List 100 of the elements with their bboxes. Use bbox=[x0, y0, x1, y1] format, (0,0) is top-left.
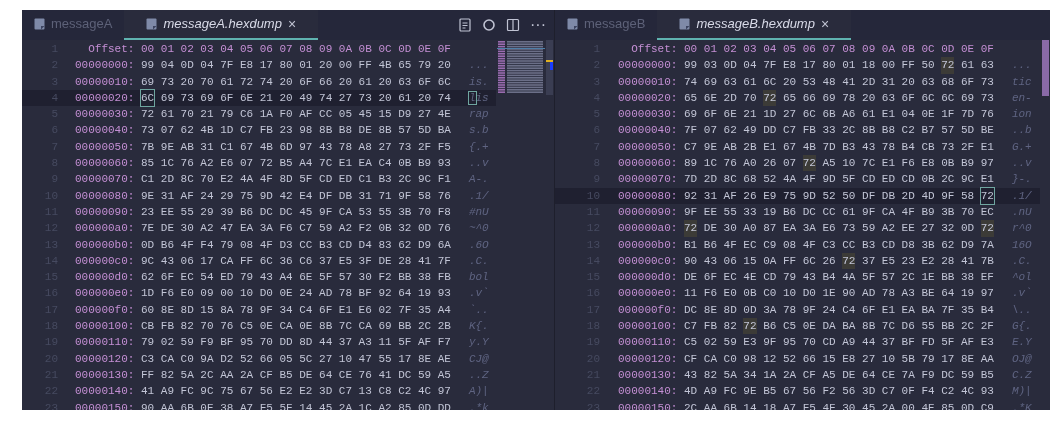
hex-byte[interactable]: 26 bbox=[743, 187, 757, 204]
hex-byte[interactable]: 4F bbox=[723, 236, 737, 253]
hex-byte[interactable]: 0D bbox=[960, 399, 975, 410]
hex-byte[interactable]: 70 bbox=[200, 73, 214, 90]
hex-byte[interactable]: 73 bbox=[398, 138, 412, 156]
hex-byte[interactable]: 43 bbox=[319, 138, 333, 156]
hex-byte[interactable]: 70 bbox=[200, 171, 214, 188]
hex-byte[interactable]: 82 bbox=[703, 366, 717, 384]
hex-byte[interactable]: 78 bbox=[881, 138, 895, 156]
hex-byte[interactable]: BF bbox=[358, 285, 372, 302]
hex-byte[interactable]: D4 bbox=[358, 236, 372, 253]
hex-byte[interactable]: EE bbox=[703, 203, 717, 221]
hex-byte[interactable]: 07 bbox=[160, 122, 174, 139]
hex-byte[interactable]: 38 bbox=[417, 269, 432, 286]
hex-byte[interactable]: 8B bbox=[319, 318, 333, 335]
hex-byte[interactable]: 45 bbox=[358, 106, 372, 123]
hex-byte[interactable]: 5D bbox=[417, 122, 432, 139]
hex-byte[interactable]: 60 bbox=[141, 301, 155, 319]
hex-byte[interactable]: 00 bbox=[220, 285, 234, 302]
hex-byte[interactable]: 58 bbox=[417, 187, 432, 204]
hex-byte[interactable]: 61 bbox=[220, 73, 234, 90]
hex-byte[interactable]: 5C bbox=[299, 350, 313, 367]
hex-byte[interactable]: FF bbox=[141, 366, 155, 384]
hex-byte[interactable]: 52 bbox=[822, 187, 836, 204]
hex-byte[interactable]: 27 bbox=[378, 138, 392, 156]
hex-byte[interactable]: 85 bbox=[941, 399, 955, 410]
hex-byte[interactable]: 5A bbox=[723, 366, 737, 384]
hex-byte[interactable]: 5F bbox=[398, 334, 412, 351]
hex-byte[interactable]: 44 bbox=[319, 334, 333, 351]
hex-byte[interactable]: CC bbox=[319, 106, 333, 123]
hex-byte[interactable]: 5D bbox=[960, 122, 975, 139]
hex-byte[interactable]: 76 bbox=[980, 106, 994, 123]
hex-byte[interactable]: 20 bbox=[782, 73, 797, 90]
hex-byte[interactable]: 20 bbox=[338, 73, 352, 90]
hex-byte[interactable]: 62 bbox=[180, 122, 194, 139]
hex-byte[interactable]: 21 bbox=[200, 106, 214, 123]
hex-byte[interactable]: B6 bbox=[239, 203, 254, 221]
hex-byte[interactable]: 65 bbox=[684, 89, 698, 107]
hex-byte[interactable]: B4 bbox=[822, 269, 836, 286]
hex-byte[interactable]: 0A bbox=[763, 252, 777, 270]
hex-byte[interactable]: 74 bbox=[437, 89, 451, 107]
hex-byte[interactable]: 5F bbox=[319, 269, 333, 286]
hex-byte[interactable]: F5 bbox=[437, 138, 451, 156]
hex-byte[interactable]: E1 bbox=[881, 301, 895, 319]
hex-byte[interactable]: E1 bbox=[980, 138, 994, 156]
hex-byte[interactable]: 5F bbox=[941, 334, 955, 351]
hex-byte[interactable]: A3 bbox=[901, 285, 915, 302]
hex-byte[interactable]: 82 bbox=[723, 318, 737, 335]
hex-byte[interactable]: C7 bbox=[782, 122, 797, 139]
hex-byte[interactable]: 7E bbox=[141, 220, 155, 237]
hex-byte[interactable]: 24 bbox=[299, 285, 313, 302]
hex-byte[interactable]: 1E bbox=[921, 269, 935, 286]
hex-byte[interactable]: DE bbox=[842, 366, 856, 384]
hex-byte[interactable]: 6C bbox=[802, 106, 816, 123]
hex-byte[interactable]: AA bbox=[220, 366, 234, 384]
hex-byte[interactable]: A9 bbox=[842, 334, 856, 351]
hex-byte[interactable]: C4 bbox=[842, 301, 856, 319]
hex-byte[interactable]: 0D bbox=[417, 399, 432, 410]
hex-byte[interactable]: C5 bbox=[782, 318, 797, 335]
hex-byte[interactable]: 7A bbox=[980, 236, 994, 253]
hex-byte[interactable]: 11 bbox=[684, 285, 698, 302]
hex-byte[interactable]: CA bbox=[338, 203, 352, 221]
hex-byte[interactable]: A7 bbox=[782, 399, 797, 410]
hex-byte[interactable]: 27 bbox=[862, 350, 876, 367]
hex-byte[interactable]: 79 bbox=[921, 350, 935, 367]
hex-byte[interactable]: 2C bbox=[941, 171, 955, 188]
hex-byte[interactable]: 27 bbox=[417, 106, 432, 123]
hex-byte[interactable]: 69 bbox=[378, 318, 392, 335]
hex-byte[interactable]: B1 bbox=[684, 236, 698, 253]
hex-byte[interactable]: 9E bbox=[703, 138, 717, 156]
editor-tab[interactable]: messageA.hexdump × bbox=[124, 10, 319, 40]
hex-byte[interactable]: 62 bbox=[723, 122, 737, 139]
hex-byte[interactable]: 20 bbox=[279, 73, 293, 90]
hex-byte[interactable]: 70 bbox=[802, 334, 816, 351]
hex-byte[interactable]: 8C bbox=[723, 171, 737, 188]
hex-byte[interactable]: 4F bbox=[901, 203, 915, 221]
hex-byte[interactable]: 4E bbox=[437, 106, 451, 123]
hex-byte[interactable]: 3D bbox=[862, 383, 876, 400]
hex-byte[interactable]: 0E bbox=[921, 106, 935, 123]
hex-byte[interactable]: 4C bbox=[960, 383, 975, 400]
hex-byte[interactable]: AB bbox=[180, 138, 194, 156]
hex-byte[interactable]: 72 bbox=[684, 220, 698, 237]
hex-byte[interactable]: 73 bbox=[980, 73, 994, 90]
hex-byte[interactable]: 78 bbox=[338, 138, 352, 156]
hex-byte[interactable]: 43 bbox=[160, 252, 174, 270]
hex-byte[interactable]: C4 bbox=[378, 155, 392, 172]
hex-byte[interactable]: AB bbox=[723, 138, 737, 156]
hex-byte[interactable]: 37 bbox=[338, 334, 352, 351]
hex-byte[interactable]: 9F bbox=[684, 203, 698, 221]
hex-byte[interactable]: 01 bbox=[842, 57, 856, 74]
hex-byte[interactable]: 39 bbox=[220, 203, 234, 221]
hex-byte[interactable]: F5 bbox=[259, 399, 273, 410]
hex-byte[interactable]: FD bbox=[921, 334, 935, 351]
hex-byte[interactable]: C7 bbox=[684, 138, 698, 156]
hex-byte[interactable]: 6F bbox=[960, 73, 975, 90]
hex-byte[interactable]: 41 bbox=[378, 366, 392, 384]
hex-byte[interactable]: 72 bbox=[141, 106, 155, 123]
hex-byte[interactable]: B7 bbox=[921, 122, 935, 139]
hex-byte[interactable]: FB bbox=[160, 318, 174, 335]
hex-byte[interactable]: 61 bbox=[842, 203, 856, 221]
